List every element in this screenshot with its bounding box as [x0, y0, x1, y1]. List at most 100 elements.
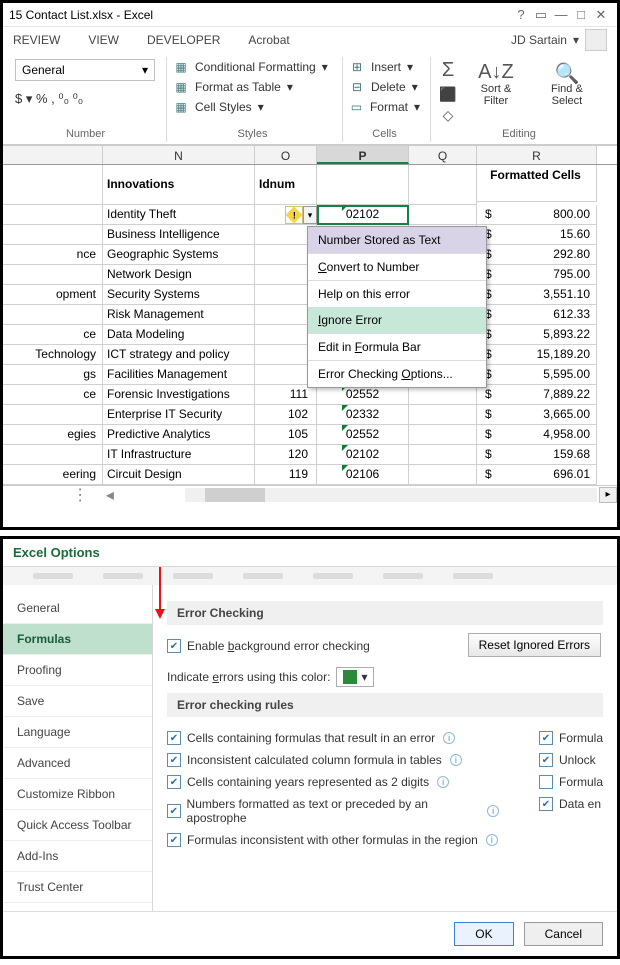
clear-icon[interactable]: ◇	[437, 107, 459, 124]
cell-amount[interactable]: $612.33	[477, 305, 597, 325]
number-format-select[interactable]: General ▾	[15, 59, 155, 81]
insert-button[interactable]: ⊞Insert ▾	[349, 59, 420, 75]
cell-idnum[interactable]: 120	[255, 445, 317, 465]
info-icon[interactable]: i	[443, 732, 455, 744]
nav-item-general[interactable]: General	[3, 593, 152, 624]
tab-review[interactable]: REVIEW	[13, 33, 60, 47]
cell-code[interactable]: 02102	[317, 205, 409, 225]
rule-checkbox[interactable]: Formulas inconsistent with other formula…	[167, 833, 499, 847]
col-hdr-n[interactable]: N	[103, 146, 255, 164]
format-as-table-button[interactable]: ▦Format as Table ▾	[173, 79, 332, 95]
cell-innovation[interactable]: Risk Management	[103, 305, 255, 325]
cell-code[interactable]: 02106	[317, 465, 409, 485]
cell-innovation[interactable]: Network Design	[103, 265, 255, 285]
find-select-button[interactable]: 🔍 Find & Select	[533, 59, 601, 109]
ok-button[interactable]: OK	[454, 922, 513, 946]
info-icon[interactable]: i	[450, 754, 462, 766]
rule-checkbox[interactable]: Formula	[539, 731, 603, 745]
tab-acrobat[interactable]: Acrobat	[248, 33, 289, 47]
account-user[interactable]: JD Sartain ▾	[511, 29, 607, 51]
error-indicator-icon[interactable]: !	[285, 206, 303, 224]
rule-checkbox[interactable]: Cells containing years represented as 2 …	[167, 775, 499, 789]
nav-item-add-ins[interactable]: Add-Ins	[3, 841, 152, 872]
maximize-icon[interactable]: □	[571, 7, 591, 22]
conditional-formatting-button[interactable]: ▦Conditional Formatting ▾	[173, 59, 332, 75]
cell-amount[interactable]: $7,889.22	[477, 385, 597, 405]
info-icon[interactable]: i	[437, 776, 449, 788]
ctx-item[interactable]: Edit in Formula Bar	[308, 334, 486, 360]
ctx-item[interactable]: Help on this error	[308, 281, 486, 307]
horiz-scrollbar[interactable]: ⋮ ◂ ▸	[3, 485, 617, 503]
col-hdr-p[interactable]: P	[317, 146, 409, 164]
help-icon[interactable]: ?	[511, 7, 531, 22]
ctx-item[interactable]: Ignore Error	[308, 307, 486, 333]
cell-q[interactable]	[409, 385, 477, 405]
cell-amount[interactable]: $5,893.22	[477, 325, 597, 345]
cell-amount[interactable]: $696.01	[477, 465, 597, 485]
ctx-item[interactable]: Convert to Number	[308, 254, 486, 280]
sheet-tabs-area[interactable]: ⋮ ◂	[3, 485, 183, 505]
delete-button[interactable]: ⊟Delete ▾	[349, 79, 420, 95]
cell-amount[interactable]: $5,595.00	[477, 365, 597, 385]
rule-checkbox[interactable]: Formula	[539, 775, 603, 789]
grid[interactable]: Innovations Idnum Formatted Cells Identi…	[3, 165, 617, 485]
error-color-picker[interactable]: ▾	[336, 667, 374, 687]
cell-innovation[interactable]: Data Modeling	[103, 325, 255, 345]
rule-checkbox[interactable]: Cells containing formulas that result in…	[167, 731, 499, 745]
close-icon[interactable]: ✕	[591, 7, 611, 23]
cancel-button[interactable]: Cancel	[524, 922, 603, 946]
table-row[interactable]: IT Infrastructure12002102 $159.68	[3, 445, 617, 465]
col-hdr-q[interactable]: Q	[409, 146, 477, 164]
cell-code[interactable]: 02552	[317, 425, 409, 445]
nav-item-proofing[interactable]: Proofing	[3, 655, 152, 686]
cell-code[interactable]: 02102	[317, 445, 409, 465]
nav-item-trust-center[interactable]: Trust Center	[3, 872, 152, 903]
cell-amount[interactable]: $4,958.00	[477, 425, 597, 445]
cell-q[interactable]	[409, 205, 477, 225]
nav-item-save[interactable]: Save	[3, 686, 152, 717]
cell-amount[interactable]: $292.80	[477, 245, 597, 265]
cell-q[interactable]	[409, 425, 477, 445]
col-hdr-o[interactable]: O	[255, 146, 317, 164]
minimize-icon[interactable]: —	[551, 7, 571, 22]
rule-checkbox[interactable]: Inconsistent calculated column formula i…	[167, 753, 499, 767]
cell-innovation[interactable]: Geographic Systems	[103, 245, 255, 265]
table-row[interactable]: ceForensic Investigations11102552$7,889.…	[3, 385, 617, 405]
cell-q[interactable]	[409, 445, 477, 465]
ribbon-options-icon[interactable]: ▭	[531, 7, 551, 23]
rule-checkbox[interactable]: Numbers formatted as text or preceded by…	[167, 797, 499, 825]
sort-filter-button[interactable]: A↓Z Sort & Filter	[465, 59, 527, 109]
nav-item-quick-access-toolbar[interactable]: Quick Access Toolbar	[3, 810, 152, 841]
rule-checkbox[interactable]: Unlock	[539, 753, 603, 767]
cell-innovation[interactable]: Circuit Design	[103, 465, 255, 485]
enable-bg-error-checking[interactable]: Enable background error checking	[167, 639, 370, 653]
cell-code[interactable]: 02552	[317, 385, 409, 405]
cell-idnum[interactable]: 119	[255, 465, 317, 485]
table-row[interactable]: Enterprise IT Security10202332$3,665.00	[3, 405, 617, 425]
col-hdr-blank[interactable]	[3, 146, 103, 164]
cell-amount[interactable]: $795.00	[477, 265, 597, 285]
reset-ignored-errors-button[interactable]: Reset Ignored Errors	[468, 633, 601, 657]
cell-amount[interactable]: $15.60	[477, 225, 597, 245]
format-button[interactable]: ▭Format ▾	[349, 99, 420, 115]
error-dropdown-button[interactable]: ▾	[303, 206, 317, 224]
cell-innovation[interactable]: Identity Theft	[103, 205, 255, 225]
cell-q[interactable]	[409, 465, 477, 485]
cell-idnum[interactable]: 102	[255, 405, 317, 425]
tab-view[interactable]: VIEW	[88, 33, 119, 47]
table-row[interactable]: eeringCircuit Design11902106$696.01	[3, 465, 617, 485]
info-icon[interactable]: i	[486, 834, 498, 846]
cell-innovation[interactable]: ICT strategy and policy	[103, 345, 255, 365]
cell-amount[interactable]: $3,551.10	[477, 285, 597, 305]
cell-styles-button[interactable]: ▦Cell Styles ▾	[173, 99, 332, 115]
rule-checkbox[interactable]: Data en	[539, 797, 603, 811]
cell-idnum[interactable]: 111	[255, 385, 317, 405]
cell-innovation[interactable]: Enterprise IT Security	[103, 405, 255, 425]
cell-amount[interactable]: $159.68	[477, 445, 597, 465]
cell-code[interactable]: 02332	[317, 405, 409, 425]
nav-item-language[interactable]: Language	[3, 717, 152, 748]
cell-innovation[interactable]: IT Infrastructure	[103, 445, 255, 465]
autosum-icon[interactable]: Σ	[437, 59, 459, 82]
cell-innovation[interactable]: Security Systems	[103, 285, 255, 305]
nav-item-customize-ribbon[interactable]: Customize Ribbon	[3, 779, 152, 810]
